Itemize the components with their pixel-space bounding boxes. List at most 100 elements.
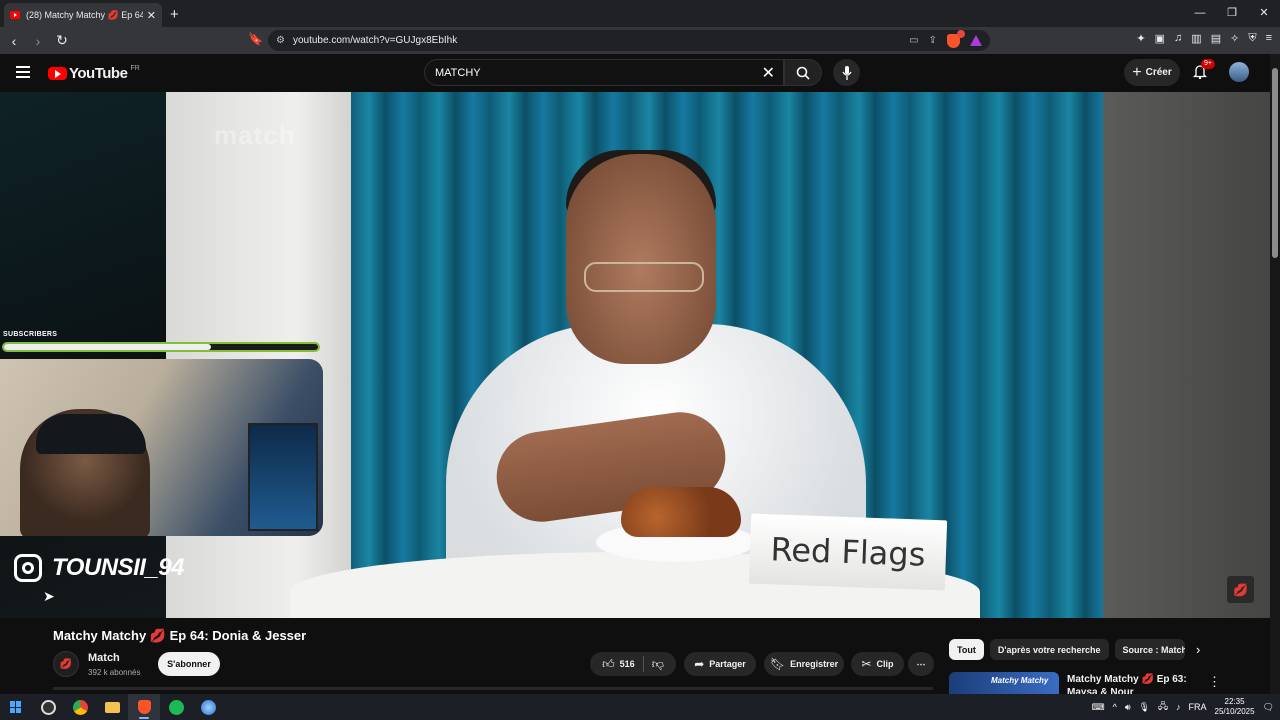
channel-avatar[interactable]: 💋 — [53, 651, 79, 677]
search-input[interactable]: MATCHY ✕ — [424, 59, 784, 86]
close-window-button[interactable]: ✕ — [1248, 0, 1280, 27]
video-title-episode: Ep 64: Donia & Jesser — [169, 628, 307, 643]
youtube-header: YouTube FR MATCHY ✕ + Créer 9+ — [0, 54, 1280, 92]
vpn-icon[interactable]: ⛨ — [1248, 32, 1256, 45]
share-label: Partager — [709, 659, 746, 669]
brave-shields-icon[interactable] — [947, 29, 965, 48]
mic-tray-icon[interactable]: 🎙︎ — [1139, 702, 1150, 713]
guide-menu-icon[interactable] — [16, 66, 30, 78]
thumbs-up-icon: 👍︎ — [602, 656, 615, 671]
page-scrollbar[interactable] — [1270, 54, 1280, 694]
clock-date: 25/10/2025 — [1214, 707, 1255, 716]
network-icon[interactable]: 🖧 — [1158, 699, 1168, 715]
white-wall — [166, 92, 351, 618]
taskbar-spotify[interactable] — [160, 694, 192, 720]
thumbs-down-icon[interactable]: 👎︎ — [652, 657, 664, 672]
video-title-emoji: 💋 — [149, 628, 167, 643]
youtube-favicon-icon — [10, 11, 20, 19]
chip-source-match[interactable]: Source : Match — [1114, 639, 1185, 660]
taskbar-obs[interactable] — [32, 694, 64, 720]
clear-search-icon[interactable]: ✕ — [762, 63, 775, 83]
scrollbar-thumb[interactable] — [1272, 68, 1278, 258]
mouse-cursor-icon: ➤ — [43, 588, 55, 604]
search-icon — [796, 66, 810, 80]
subscribe-button[interactable]: S'abonner — [158, 652, 220, 676]
language-indicator[interactable]: FRA — [1189, 702, 1207, 712]
leo-ai-icon[interactable]: ✧ — [1230, 32, 1239, 45]
screenshot-icon[interactable]: ▣ — [1155, 32, 1165, 45]
channel-watermark-icon[interactable]: 💋 — [1227, 576, 1254, 603]
reco-title[interactable]: Matchy Matchy 💋 Ep 63: Maysa & Nour — [1067, 673, 1187, 695]
clock[interactable]: 22:35 25/10/2025 — [1215, 697, 1255, 717]
tray-overflow-icon[interactable]: ^ — [1113, 702, 1117, 712]
instagram-handle: TOUNSII_94 — [52, 554, 184, 581]
taskbar-app[interactable] — [192, 694, 224, 720]
share-arrow-icon: ➦ — [694, 657, 705, 671]
clip-label: Clip — [876, 659, 894, 669]
food — [621, 487, 741, 537]
close-tab-icon[interactable]: ✕ — [147, 9, 156, 22]
toolbar-extensions: ✦ ▣ ♫ ▥ ▤ ✧ ⛨ ≡ — [1136, 32, 1272, 45]
reco-thumb-brand: Matchy Matchy — [991, 676, 1049, 685]
speaker-icon[interactable]: ♪ — [1176, 702, 1181, 712]
notifications-button[interactable]: 9+ — [1192, 59, 1215, 84]
chip-all[interactable]: Tout — [949, 639, 984, 660]
keyboard-icon[interactable]: ⌨ — [1092, 702, 1105, 713]
forward-icon[interactable]: › — [28, 33, 48, 49]
like-button[interactable]: 👍︎ 516 — [602, 657, 635, 672]
start-button[interactable] — [0, 694, 32, 720]
minimize-button[interactable]: — — [1184, 0, 1216, 27]
channel-name[interactable]: Match — [88, 652, 120, 664]
video-player[interactable]: match Red Flags SUBSCRIBERS TOUNSII_94 ➤… — [0, 92, 1270, 618]
voice-search-button[interactable] — [833, 59, 860, 86]
taskbar-chrome[interactable] — [64, 694, 96, 720]
reload-icon[interactable]: ↻ — [52, 32, 72, 49]
like-count: 516 — [619, 659, 635, 669]
browser-tab-active[interactable]: (28) Matchy Matchy 💋 Ep 64: D ✕ — [4, 3, 162, 27]
folder-icon — [104, 701, 120, 713]
notification-center-icon[interactable]: 🗨 — [1263, 702, 1274, 713]
account-avatar[interactable] — [1229, 62, 1249, 82]
chip-from-search[interactable]: D'après votre recherche — [989, 639, 1109, 660]
taskbar-explorer[interactable] — [96, 694, 128, 720]
share-icon[interactable]: ⇪ — [929, 35, 937, 46]
video-title-series: Matchy Matchy — [53, 628, 147, 643]
like-dislike-group: 👍︎ 516 👎︎ — [590, 652, 676, 676]
create-button[interactable]: + Créer — [1124, 59, 1180, 86]
back-icon[interactable]: ‹ — [4, 33, 24, 49]
sidebar-icon[interactable]: ▥ — [1191, 32, 1201, 45]
logo-wordmark: YouTube — [69, 65, 128, 82]
save-button[interactable]: 🔖︎ Enregistrer — [764, 652, 844, 676]
subscribers-goal-bar — [2, 342, 320, 352]
system-tray: ⌨ ^ 🔊︎ 🎙︎ 🖧 ♪ FRA 22:35 25/10/2025 🗨 — [1092, 694, 1274, 720]
streamer-cap — [36, 414, 146, 454]
site-info-icon[interactable]: ⚙ — [276, 35, 285, 46]
reco-thumbnail[interactable]: Matchy Matchy — [949, 672, 1059, 694]
video-title: Matchy Matchy 💋 Ep 64: Donia & Jesser — [53, 628, 306, 644]
instagram-icon — [14, 554, 42, 582]
match-watermark: match — [214, 120, 296, 150]
chips-next-icon[interactable]: › — [1196, 642, 1200, 657]
share-button[interactable]: ➦ Partager — [684, 652, 756, 676]
grey-wall — [1103, 92, 1270, 618]
menu-icon[interactable]: ≡ — [1266, 32, 1272, 45]
more-actions-button[interactable]: ⋯ — [908, 652, 934, 676]
more-horizontal-icon: ⋯ — [916, 658, 926, 669]
bookmark-icon[interactable]: 🔖 — [248, 32, 263, 46]
taskbar-brave[interactable] — [128, 694, 160, 720]
search-button[interactable] — [784, 59, 822, 86]
chrome-icon — [72, 699, 88, 715]
volume-icon[interactable]: 🔊︎ — [1125, 702, 1131, 713]
media-icon[interactable]: ♫ — [1174, 32, 1182, 45]
window-controls: — ❐ ✕ — [1184, 0, 1280, 27]
reco-more-icon[interactable]: ⋮ — [1208, 674, 1221, 690]
address-bar[interactable]: ⚙ youtube.com/watch?v=GUJgx8EbIhk ▭ ⇪ — [268, 29, 990, 51]
new-tab-button[interactable]: + — [170, 6, 179, 23]
cast-icon[interactable]: ▭ — [909, 35, 918, 46]
extensions-icon[interactable]: ✦ — [1136, 32, 1145, 45]
clip-button[interactable]: ✂ Clip — [851, 652, 904, 676]
brave-rewards-icon[interactable] — [970, 35, 982, 46]
wallet-icon[interactable]: ▤ — [1211, 32, 1221, 45]
youtube-logo[interactable]: YouTube FR — [48, 65, 140, 82]
restore-button[interactable]: ❐ — [1216, 0, 1248, 27]
